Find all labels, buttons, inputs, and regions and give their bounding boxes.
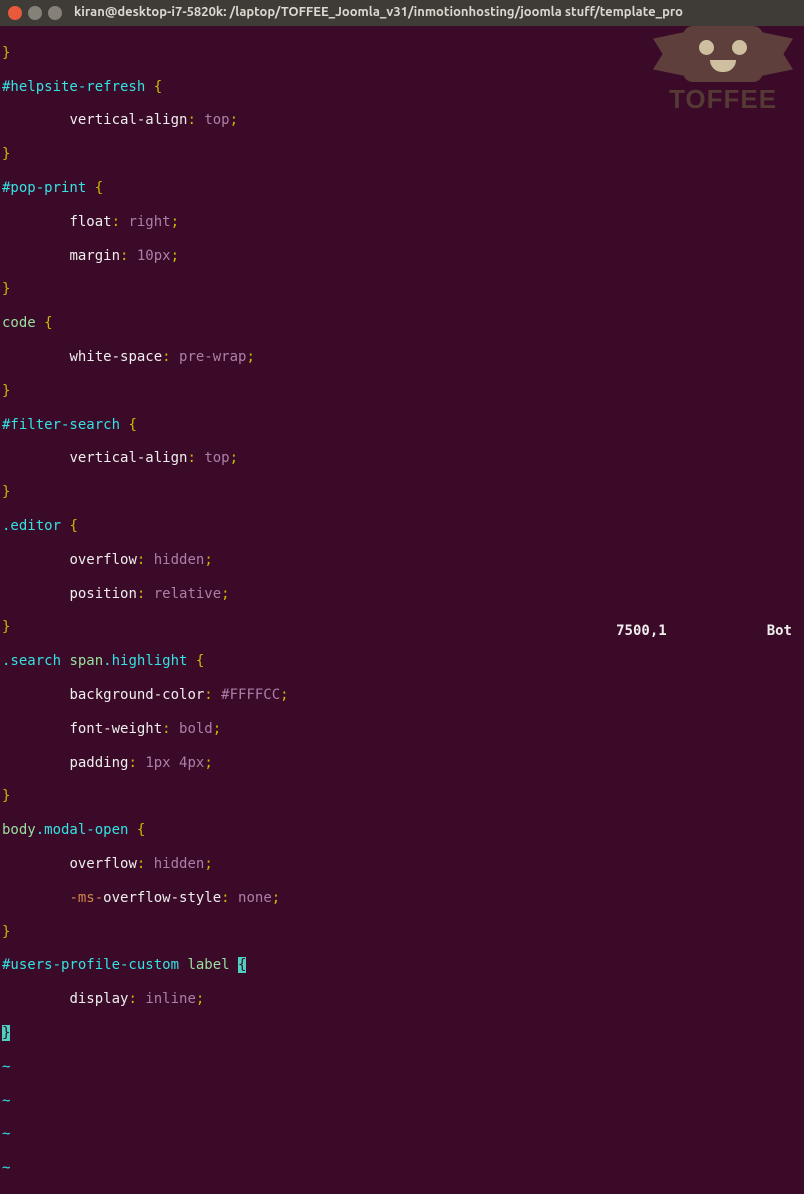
code-text: } <box>2 45 10 61</box>
code-text: overflow-style <box>103 890 221 906</box>
code-text: relative <box>154 586 221 602</box>
code-text: } <box>2 146 10 162</box>
code-text: hidden <box>154 552 205 568</box>
vim-empty-line: ~ <box>2 1059 10 1075</box>
code-text: { <box>187 653 204 669</box>
code-text: white-space <box>69 349 162 365</box>
code-text: { <box>61 518 78 534</box>
code-text: } <box>2 383 10 399</box>
scroll-position: Bot <box>767 623 792 640</box>
code-text: label <box>179 957 230 973</box>
code-text: { <box>86 180 103 196</box>
vim-empty-line: ~ <box>2 1093 10 1109</box>
code-text: .modal-open <box>36 822 129 838</box>
code-text: pre-wrap <box>179 349 246 365</box>
code-text: { <box>36 315 53 331</box>
code-text: body <box>2 822 36 838</box>
code-text: .search <box>2 653 61 669</box>
code-text: background-color <box>69 687 204 703</box>
code-text: span <box>61 653 103 669</box>
code-text: 1px 4px <box>145 755 204 771</box>
code-text: code <box>2 315 36 331</box>
code-text: float <box>69 214 111 230</box>
code-text: { <box>128 822 145 838</box>
code-text: #filter-search <box>2 417 120 433</box>
code-text: #pop-print <box>2 180 86 196</box>
code-text: hidden <box>154 856 205 872</box>
code-text: padding <box>69 755 128 771</box>
maximize-icon[interactable] <box>48 6 62 20</box>
code-text: -ms- <box>69 890 103 906</box>
code-text: } <box>2 484 10 500</box>
code-text: #users-profile-custom <box>2 957 179 973</box>
code-text: font-weight <box>69 721 162 737</box>
cursor-position: 7500,1 <box>616 623 667 640</box>
code-text: top <box>204 450 229 466</box>
code-text: top <box>204 112 229 128</box>
code-text: vertical-align <box>69 450 187 466</box>
code-text: { <box>145 79 162 95</box>
code-text: #FFFFCC <box>221 687 280 703</box>
cursor: } <box>2 1025 10 1041</box>
code-text: display <box>69 991 128 1007</box>
code-text: } <box>2 788 10 804</box>
window-title: kiran@desktop-i7-5820k: /laptop/TOFFEE_J… <box>74 5 683 21</box>
code-text: overflow <box>69 552 136 568</box>
window-buttons <box>8 6 62 20</box>
code-text: } <box>2 281 10 297</box>
vim-status-bar: 7500,1 Bot <box>616 623 792 640</box>
minimize-icon[interactable] <box>28 6 42 20</box>
terminal-view[interactable]: } #helpsite-refresh { vertical-align: to… <box>0 26 804 1194</box>
code-text: } <box>2 924 10 940</box>
matching-brace-highlight: { <box>238 957 246 973</box>
code-text: 10px <box>137 248 171 264</box>
code-text: inline <box>145 991 196 1007</box>
vim-empty-line: ~ <box>2 1160 10 1176</box>
code-text: none <box>238 890 272 906</box>
code-text: } <box>2 619 10 635</box>
code-text: { <box>120 417 137 433</box>
code-text: right <box>128 214 170 230</box>
code-text: bold <box>179 721 213 737</box>
vim-empty-line: ~ <box>2 1126 10 1142</box>
code-text: overflow <box>69 856 136 872</box>
code-text: position <box>69 586 136 602</box>
window-titlebar: kiran@desktop-i7-5820k: /laptop/TOFFEE_J… <box>0 0 804 26</box>
code-text: #helpsite-refresh <box>2 79 145 95</box>
close-icon[interactable] <box>8 6 22 20</box>
code-text: vertical-align <box>69 112 187 128</box>
code-text: margin <box>69 248 120 264</box>
code-text: .highlight <box>103 653 187 669</box>
code-text: .editor <box>2 518 61 534</box>
